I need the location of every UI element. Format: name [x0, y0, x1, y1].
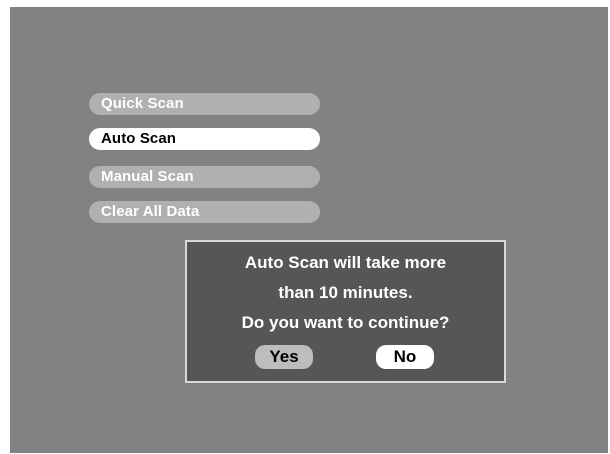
dialog-message-line-2: than 10 minutes. — [278, 283, 413, 302]
menu-item-clear-all-data[interactable]: Clear All Data — [89, 201, 320, 223]
menu-item-manual-scan[interactable]: Manual Scan — [89, 166, 320, 188]
confirm-dialog: Auto Scan will take more than 10 minutes… — [185, 240, 506, 383]
no-button[interactable]: No — [376, 345, 434, 369]
dialog-message-line-1: Auto Scan will take more — [244, 253, 447, 272]
yes-button[interactable]: Yes — [255, 345, 313, 369]
menu-item-quick-scan[interactable]: Quick Scan — [89, 93, 320, 115]
tv-screen: Quick Scan Auto Scan Manual Scan Clear A… — [10, 7, 608, 453]
dialog-message-line-3: Do you want to continue? — [241, 313, 450, 332]
menu-item-auto-scan[interactable]: Auto Scan — [89, 128, 320, 150]
